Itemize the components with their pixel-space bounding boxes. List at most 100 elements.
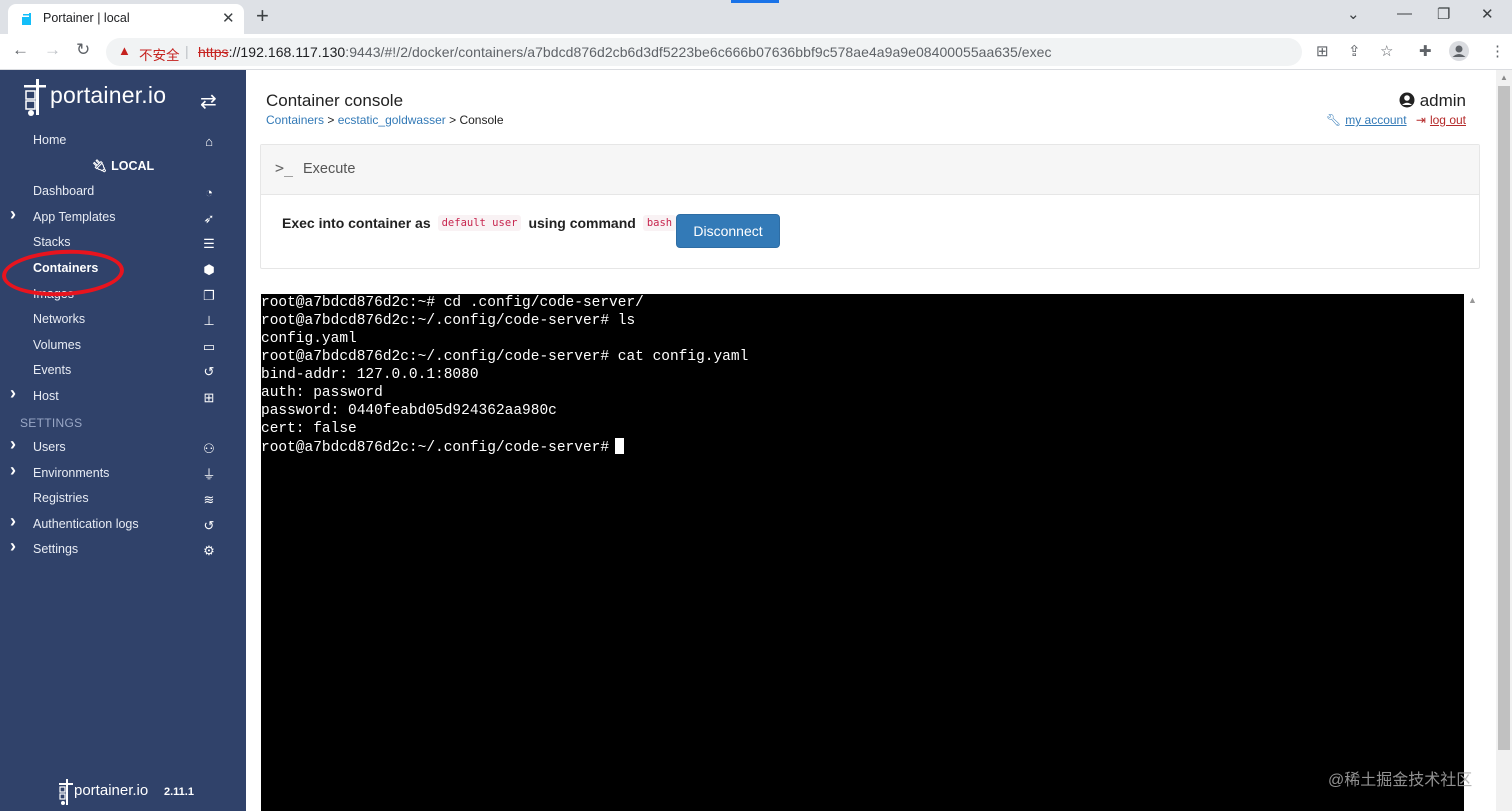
log-out-link[interactable]: log out: [1430, 113, 1466, 127]
terminal-line-text: auth: password: [261, 385, 383, 401]
user-name: admin: [1326, 91, 1466, 111]
close-window-icon[interactable]: ✕: [1481, 5, 1494, 23]
environment-label: 🔌︎ LOCAL: [0, 159, 246, 174]
sidebar-item-label: Home: [33, 133, 67, 147]
sidebar-item-app-templates[interactable]: › App Templates ➶: [0, 204, 246, 231]
restore-icon[interactable]: ❐: [1437, 5, 1450, 23]
sidebar-item-label: Authentication logs: [33, 517, 139, 531]
rocket-icon: ➶: [203, 211, 215, 226]
reload-icon[interactable]: ↻: [76, 40, 90, 60]
chevron-right-icon[interactable]: ›: [10, 460, 16, 481]
page-scrollbar[interactable]: ▲: [1496, 70, 1512, 811]
warning-triangle-icon[interactable]: ▲: [118, 43, 131, 58]
sidebar-item-stacks[interactable]: Stacks ☰: [0, 232, 246, 256]
sidebar-item-label: Registries: [33, 491, 89, 505]
plug-icon: 🔌︎: [91, 159, 108, 173]
sidebar-item-environments[interactable]: › Environments ⏚: [0, 460, 246, 487]
sidebar-item-registries[interactable]: Registries ≋: [0, 488, 246, 512]
share-icon[interactable]: ⇪: [1348, 42, 1361, 60]
sidebar-item-authentication-logs[interactable]: › Authentication logs ↺: [0, 511, 246, 538]
sidebar-item-networks[interactable]: Networks ⊥: [0, 309, 246, 333]
exec-text-prefix: Exec into container as: [282, 215, 431, 231]
sidebar-item-events[interactable]: Events ↺: [0, 360, 246, 384]
security-label[interactable]: 不安全: [139, 44, 180, 64]
sidebar-item-settings[interactable]: › Settings ⚙: [0, 536, 246, 563]
chevron-right-icon[interactable]: ›: [10, 383, 16, 404]
extensions-puzzle-icon[interactable]: ✚: [1419, 42, 1432, 60]
minimize-icon[interactable]: —: [1397, 5, 1412, 22]
breadcrumb-containers-link[interactable]: Containers: [266, 113, 324, 127]
database-icon: ≋: [203, 492, 215, 507]
terminal-line: cert: false: [261, 420, 1464, 438]
sidebar-item-label: Volumes: [33, 338, 81, 352]
browser-menu-icon[interactable]: ⋮: [1490, 42, 1505, 60]
sidebar-item-volumes[interactable]: Volumes ▭: [0, 335, 246, 359]
sidebar-item-containers[interactable]: Containers ⬢: [0, 258, 246, 282]
terminal-line: auth: password: [261, 384, 1464, 402]
sidebar-item-host[interactable]: › Host ⊞: [0, 383, 246, 410]
terminal-console[interactable]: root@a7bdcd876d2c:~# cd .config/code-ser…: [261, 294, 1464, 811]
tab-strip-accent: [731, 0, 779, 3]
page-title: Container console: [266, 91, 404, 110]
chevron-right-icon[interactable]: ›: [10, 204, 16, 225]
disconnect-button[interactable]: Disconnect: [676, 214, 780, 248]
my-account-link[interactable]: my account: [1345, 113, 1406, 127]
wrench-icon: 🔧︎: [1325, 113, 1342, 127]
back-arrow-icon[interactable]: ←: [12, 40, 29, 60]
home-icon: ⌂: [205, 134, 213, 149]
terminal-scroll-up-icon[interactable]: ▲: [1468, 295, 1477, 305]
chevron-right-icon[interactable]: ›: [10, 536, 16, 557]
terminal-line-text: password: 0440feabd05d924362aa980c: [261, 403, 557, 419]
terminal-line: root@a7bdcd876d2c:~/.config/code-server#…: [261, 348, 1464, 366]
bookmark-star-icon[interactable]: ☆: [1380, 42, 1393, 60]
sidebar-item-images[interactable]: Images ❐: [0, 284, 246, 308]
sidebar-item-label: App Templates: [33, 210, 116, 224]
main-content: Container console Containers > ecstatic_…: [246, 70, 1496, 811]
scroll-up-arrow-icon[interactable]: ▲: [1500, 73, 1508, 82]
user-name-text: admin: [1419, 91, 1466, 110]
sidebar-item-label: Settings: [33, 542, 79, 556]
sidebar: portainer.io ⇄ Home ⌂ Dashboard ◔ › App Templ…: [0, 70, 246, 811]
new-tab-button[interactable]: +: [256, 3, 269, 29]
sign-out-icon: ⇥: [1415, 113, 1426, 127]
translate-icon[interactable]: ⊞: [1316, 42, 1329, 60]
th-list-icon: ☰: [203, 236, 215, 251]
sidebar-toggle-icon[interactable]: ⇄: [200, 89, 217, 114]
terminal-cursor: [615, 438, 625, 454]
forward-arrow-icon[interactable]: →: [44, 40, 61, 60]
url-text[interactable]: https://192.168.117.130:9443/#!/2/docker…: [198, 44, 1052, 60]
page-scrollbar-thumb[interactable]: [1498, 86, 1510, 750]
tachometer-icon: ◔: [205, 185, 213, 200]
tab-search-chevron-icon[interactable]: ⌄: [1347, 5, 1360, 23]
url-scheme: https: [198, 44, 229, 60]
clone-icon: ❐: [203, 288, 215, 303]
browser-tab[interactable]: Portainer | local ✕: [8, 4, 244, 34]
terminal-line: bind-addr: 127.0.0.1:8080: [261, 366, 1464, 384]
breadcrumb: Containers > ecstatic_goldwasser > Conso…: [266, 113, 504, 127]
sidebar-item-dashboard[interactable]: Dashboard ◔: [0, 181, 246, 205]
execute-widget-header: >_ Execute: [261, 145, 1479, 195]
logo-text[interactable]: portainer.io: [50, 82, 166, 109]
plug-icon: ⏚: [202, 467, 216, 482]
exec-user-code: default user: [437, 215, 522, 231]
breadcrumb-container-link[interactable]: ecstatic_goldwasser: [338, 113, 446, 127]
execute-title: Execute: [303, 161, 356, 177]
sidebar-item-label: Dashboard: [33, 184, 95, 198]
history-icon: ↺: [203, 518, 215, 533]
breadcrumb-separator: >: [445, 113, 460, 127]
terminal-line-text: bind-addr: 127.0.0.1:8080: [261, 367, 479, 383]
terminal-line: password: 0440feabd05d924362aa980c: [261, 402, 1464, 420]
terminal-line: root@a7bdcd876d2c:~/.config/code-server#…: [261, 312, 1464, 330]
sidebar-item-home[interactable]: Home ⌂: [0, 130, 246, 154]
tab-close-icon[interactable]: ✕: [222, 9, 235, 27]
chevron-right-icon[interactable]: ›: [10, 511, 16, 532]
user-circle-icon: [1399, 92, 1415, 108]
exec-text-mid: using command: [528, 215, 636, 231]
terminal-output: root@a7bdcd876d2c:~# cd .config/code-ser…: [261, 294, 1464, 457]
profile-avatar-icon[interactable]: [1449, 41, 1469, 61]
address-bar[interactable]: ▲ 不安全 | https://192.168.117.130:9443/#!/…: [106, 38, 1302, 66]
address-separator: |: [185, 43, 189, 59]
chevron-right-icon[interactable]: ›: [10, 434, 16, 455]
sitemap-icon: ⊥: [203, 313, 215, 328]
sidebar-item-users[interactable]: › Users ⚇: [0, 434, 246, 461]
